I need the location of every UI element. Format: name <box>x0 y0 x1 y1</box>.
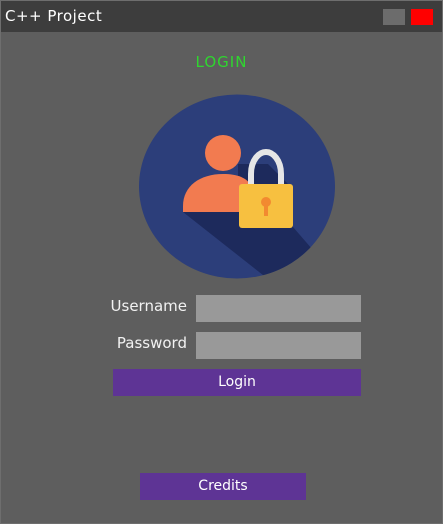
login-button[interactable]: Login <box>113 369 361 396</box>
lock-keyhole-slot <box>264 202 268 216</box>
password-label: Password <box>116 334 187 352</box>
close-button[interactable] <box>411 9 433 25</box>
username-label: Username <box>110 297 187 315</box>
password-input[interactable] <box>196 332 361 359</box>
minimize-button[interactable] <box>383 9 405 25</box>
credits-button[interactable]: Credits <box>140 473 306 500</box>
window-title: C++ Project <box>5 7 103 25</box>
person-head <box>205 135 241 171</box>
login-heading: LOGIN <box>195 53 248 71</box>
username-input[interactable] <box>196 295 361 322</box>
app-window: C++ Project LOGIN Username Password Logi… <box>0 0 443 524</box>
user-lock-icon <box>139 94 335 279</box>
title-bar[interactable]: C++ Project <box>1 1 442 32</box>
